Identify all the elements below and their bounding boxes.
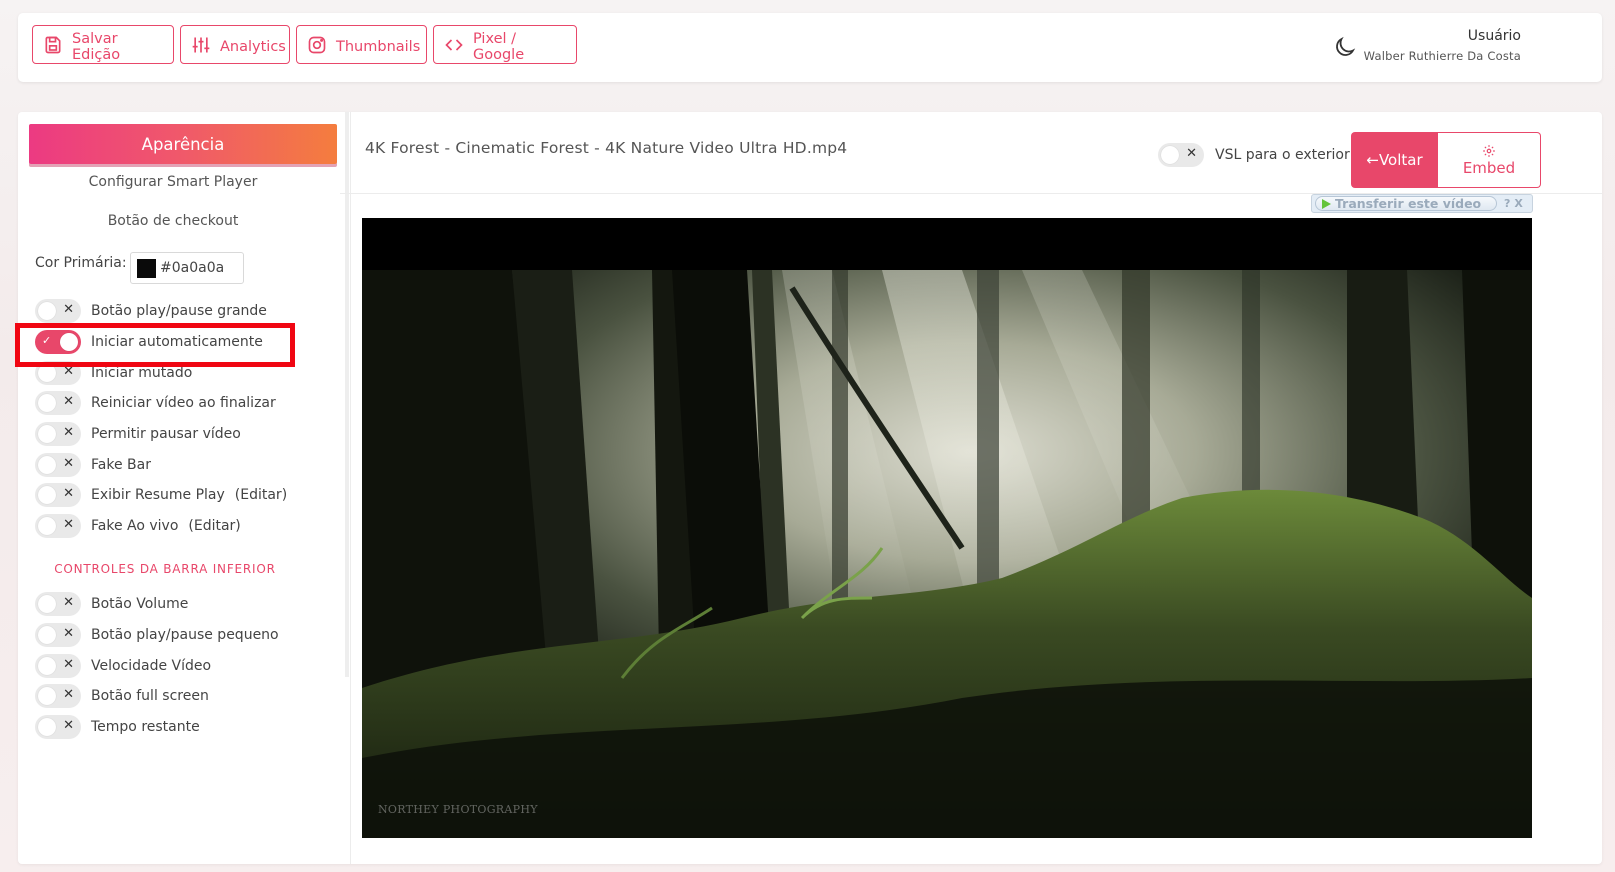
toggle-switch[interactable]: ✕ [35, 715, 81, 739]
toggle-label: Exibir Resume Play [91, 487, 225, 503]
download-video-label: Transferir este vídeo [1335, 196, 1482, 211]
toggle-row-botao-volume[interactable]: ✕ Botão Volume [35, 592, 188, 616]
user-info[interactable]: Usuário Walber Ruthierre Da Costa [1364, 28, 1521, 63]
close-icon: ✕ [63, 657, 74, 672]
analytics-label: Analytics [220, 38, 286, 55]
gear-icon [1483, 144, 1495, 157]
toggle-row-reiniciar-video[interactable]: ✕ Reiniciar vídeo ao finalizar [35, 391, 276, 415]
section-title-controles: CONTROLES DA BARRA INFERIOR [54, 562, 276, 576]
forest-video-frame [362, 270, 1532, 838]
cor-primaria-input[interactable]: #0a0a0a [130, 252, 244, 284]
pixel-google-label: Pixel / Google [473, 30, 525, 63]
toggle-switch[interactable]: ✕ [35, 623, 81, 647]
voltar-button[interactable]: ←Voltar [1351, 132, 1438, 188]
toggle-label: Botão Volume [91, 596, 189, 612]
highlight-box [15, 323, 295, 367]
embed-button[interactable]: Embed [1438, 132, 1541, 188]
toggle-label: Fake Bar [91, 457, 151, 473]
vsl-exterior-toggle-row[interactable]: ✕ VSL para o exterior [1158, 143, 1350, 167]
toggle-switch[interactable]: ✕ [35, 654, 81, 678]
play-icon [1322, 198, 1331, 209]
toggle-switch[interactable]: ✕ [35, 453, 81, 477]
embed-label: Embed [1462, 158, 1516, 177]
editar-resume-play-link[interactable]: (Editar) [235, 487, 287, 503]
download-video-bar: Transferir este vídeo ? X [1311, 194, 1533, 213]
video-title: 4K Forest - Cinematic Forest - 4K Nature… [365, 139, 848, 157]
action-button-group: ←Voltar Embed [1351, 132, 1541, 188]
vsl-exterior-label: VSL para o exterior [1215, 147, 1350, 163]
toggle-switch[interactable]: ✕ [1158, 143, 1204, 167]
save-icon [45, 36, 61, 53]
salvar-edicao-label: Salvar Edição [72, 30, 121, 63]
thumbnails-label: Thumbnails [336, 38, 421, 55]
toggle-row-velocidade-video[interactable]: ✕ Velocidade Vídeo [35, 654, 211, 678]
video-player[interactable] [362, 218, 1532, 838]
cor-primaria-value: #0a0a0a [160, 260, 225, 276]
toggle-switch[interactable]: ✕ [35, 483, 81, 507]
toggle-row-full-screen[interactable]: ✕ Botão full screen [35, 684, 209, 708]
moon-icon[interactable] [1333, 35, 1357, 59]
close-icon: ✕ [63, 394, 74, 409]
toggle-row-play-pause-grande[interactable]: ✕ Botão play/pause grande [35, 299, 267, 323]
close-icon: ✕ [63, 425, 74, 440]
download-close-button[interactable]: X [1514, 197, 1522, 210]
toggle-label: Permitir pausar vídeo [91, 426, 241, 442]
toggle-row-play-pause-pequeno[interactable]: ✕ Botão play/pause pequeno [35, 623, 279, 647]
download-video-button[interactable]: Transferir este vídeo [1315, 196, 1497, 211]
video-watermark: NORTHEY PHOTOGRAPHY [378, 803, 538, 816]
toggle-label: Botão full screen [91, 688, 209, 704]
close-icon: ✕ [63, 517, 74, 532]
toggle-label: Reiniciar vídeo ao finalizar [91, 395, 276, 411]
toggle-switch[interactable]: ✕ [35, 299, 81, 323]
cor-primaria-label: Cor Primária: [35, 255, 127, 271]
close-icon: ✕ [1186, 146, 1197, 161]
toggle-switch[interactable]: ✕ [35, 422, 81, 446]
close-icon: ✕ [63, 302, 74, 317]
toggle-label: Tempo restante [91, 719, 200, 735]
toggle-label: Velocidade Vídeo [91, 658, 212, 674]
toggle-switch[interactable]: ✕ [35, 684, 81, 708]
sliders-icon [192, 37, 210, 52]
close-icon: ✕ [63, 486, 74, 501]
sidebar: Aparência Configurar Smart Player Botão … [18, 112, 351, 864]
download-help-button[interactable]: ? [1504, 197, 1510, 210]
aparencia-header[interactable]: Aparência [29, 124, 337, 164]
toggle-row-permitir-pausar[interactable]: ✕ Permitir pausar vídeo [35, 422, 241, 446]
toggle-switch[interactable]: ✕ [35, 391, 81, 415]
analytics-button[interactable]: Analytics [180, 25, 290, 64]
botao-checkout-link[interactable]: Botão de checkout [18, 213, 328, 229]
user-title: Usuário [1467, 28, 1521, 44]
close-icon: ✕ [63, 687, 74, 702]
sidebar-scrollbar[interactable] [345, 112, 349, 677]
editar-fake-ao-vivo-link[interactable]: (Editar) [188, 518, 240, 534]
toggle-row-fake-bar[interactable]: ✕ Fake Bar [35, 453, 151, 477]
configurar-smart-player-link[interactable]: Configurar Smart Player [18, 174, 328, 190]
toggle-switch[interactable]: ✕ [35, 514, 81, 538]
instagram-icon [308, 36, 326, 53]
toggle-row-resume-play[interactable]: ✕ Exibir Resume Play (Editar) [35, 483, 287, 507]
color-swatch[interactable] [137, 258, 156, 278]
close-icon: ✕ [63, 718, 74, 733]
pixel-google-button[interactable]: Pixel / Google [433, 25, 577, 64]
user-name: Walber Ruthierre Da Costa [1363, 49, 1521, 63]
toggle-row-tempo-restante[interactable]: ✕ Tempo restante [35, 715, 200, 739]
salvar-edicao-button[interactable]: Salvar Edição [32, 25, 174, 64]
close-icon: ✕ [63, 456, 74, 471]
close-icon: ✕ [63, 595, 74, 610]
toggle-switch[interactable]: ✕ [35, 592, 81, 616]
toggle-label: Botão play/pause grande [91, 303, 267, 319]
thumbnails-button[interactable]: Thumbnails [296, 25, 427, 64]
toggle-row-fake-ao-vivo[interactable]: ✕ Fake Ao vivo (Editar) [35, 514, 241, 538]
toggle-label: Iniciar mutado [91, 365, 193, 381]
toggle-label: Fake Ao vivo [91, 518, 179, 534]
code-icon [445, 38, 463, 51]
toggle-label: Botão play/pause pequeno [91, 627, 279, 643]
close-icon: ✕ [63, 626, 74, 641]
